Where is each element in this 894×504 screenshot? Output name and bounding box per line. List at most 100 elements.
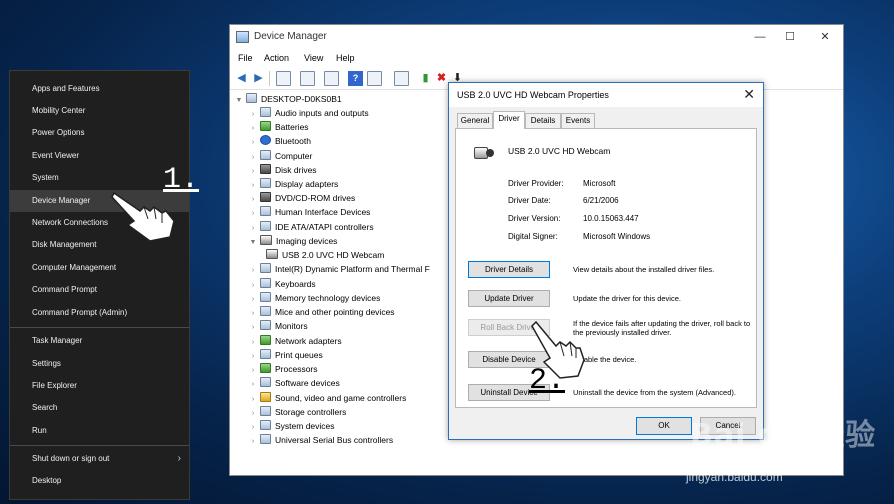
tree-item[interactable]: › Intel(R) Dynamic Platform and Thermal F	[248, 262, 430, 276]
forward-icon[interactable]: ▶	[251, 71, 266, 86]
dialog-title-bar: USB 2.0 UVC HD Webcam Properties ✕	[449, 83, 763, 107]
menu-item-power-options[interactable]: Power Options	[10, 122, 189, 144]
collapse-icon[interactable]: ▼	[234, 94, 244, 108]
menu-item-desktop[interactable]: Desktop	[10, 470, 189, 492]
keyboard-icon	[260, 278, 271, 288]
tree-item[interactable]: › Computer	[248, 149, 312, 163]
menu-item-shut-down[interactable]: Shut down or sign out ›	[10, 448, 189, 470]
tree-item-label: Processors	[275, 364, 318, 374]
tree-item-label: Human Interface Devices	[275, 207, 371, 217]
menu-item-mobility-center[interactable]: Mobility Center	[10, 100, 189, 122]
tree-item[interactable]: › Batteries	[248, 120, 309, 134]
menu-item-label: Search	[32, 403, 58, 412]
update-driver-button[interactable]: Update Driver	[468, 290, 550, 307]
tree-item[interactable]: › Storage controllers	[248, 405, 346, 419]
tree-item[interactable]: › Universal Serial Bus controllers	[248, 433, 393, 447]
menu-item-file-explorer[interactable]: File Explorer	[10, 375, 189, 397]
minimize-button[interactable]: —	[745, 27, 775, 47]
tree-item[interactable]: › Audio inputs and outputs	[248, 106, 369, 120]
menu-divider	[10, 327, 189, 328]
tree-item[interactable]: › Display adapters	[248, 177, 338, 191]
maximize-button[interactable]: ☐	[775, 27, 805, 47]
tree-item-imaging[interactable]: ▼ Imaging devices	[248, 234, 337, 248]
expand-icon[interactable]: ›	[248, 207, 258, 221]
tree-item-webcam[interactable]: USB 2.0 UVC HD Webcam	[264, 248, 384, 262]
tree-item[interactable]: › Bluetooth	[248, 134, 311, 148]
menu-item-label: Command Prompt	[32, 285, 97, 294]
close-button[interactable]: ✕	[810, 27, 840, 47]
tab-driver[interactable]: Driver	[493, 111, 525, 129]
tree-item[interactable]: › Human Interface Devices	[248, 205, 370, 219]
dialog-title: USB 2.0 UVC HD Webcam Properties	[457, 90, 609, 100]
update-driver-icon[interactable]: ▮	[418, 71, 433, 86]
tab-details[interactable]: Details	[525, 113, 561, 128]
speaker-icon	[260, 107, 271, 117]
tree-item[interactable]: › Keyboards	[248, 277, 316, 291]
collapse-icon[interactable]: ▼	[248, 236, 258, 250]
update-driver-description: Update the driver for this device.	[573, 294, 681, 303]
expand-icon[interactable]: ›	[248, 321, 258, 335]
expand-icon[interactable]: ›	[248, 378, 258, 392]
tree-item[interactable]: › Print queues	[248, 348, 323, 362]
tab-general[interactable]: General	[457, 113, 493, 128]
show-hide-tree-icon[interactable]	[276, 71, 291, 86]
menu-item-task-manager[interactable]: Task Manager	[10, 330, 189, 352]
driver-version-label: Driver Version:	[508, 214, 561, 223]
menu-divider	[10, 445, 189, 446]
display-icon	[260, 178, 271, 188]
menu-view[interactable]: View	[304, 53, 323, 63]
close-icon[interactable]: ✕	[743, 86, 755, 103]
software-icon	[260, 377, 271, 387]
tree-item[interactable]: › Mice and other pointing devices	[248, 305, 395, 319]
menu-file[interactable]: File	[238, 53, 253, 63]
view-list-icon[interactable]	[324, 71, 339, 86]
tree-item[interactable]: › Processors	[248, 362, 318, 376]
tree-item-label: Keyboards	[275, 279, 316, 289]
tree-item[interactable]: › Disk drives	[248, 163, 317, 177]
hid-icon	[260, 206, 271, 216]
tree-item[interactable]: › Sound, video and game controllers	[248, 391, 406, 405]
tree-root[interactable]: ▼ DESKTOP-D0KS0B1	[234, 92, 342, 106]
winx-menu: Apps and Features Mobility Center Power …	[9, 70, 190, 500]
menu-item-settings[interactable]: Settings	[10, 353, 189, 375]
menu-item-computer-management[interactable]: Computer Management	[10, 257, 189, 279]
properties-icon[interactable]	[300, 71, 315, 86]
scan-hardware-icon[interactable]	[394, 71, 409, 86]
tree-item-label: Batteries	[275, 122, 309, 132]
menu-item-command-prompt[interactable]: Command Prompt	[10, 279, 189, 301]
expand-icon[interactable]: ›	[248, 435, 258, 449]
expand-icon[interactable]: ›	[248, 136, 258, 150]
driver-details-button[interactable]: Driver Details	[468, 261, 550, 278]
menu-item-command-prompt-admin[interactable]: Command Prompt (Admin)	[10, 302, 189, 324]
camera-icon	[260, 235, 272, 245]
menu-item-apps-and-features[interactable]: Apps and Features	[10, 78, 189, 100]
tree-item[interactable]: › IDE ATA/ATAPI controllers	[248, 220, 374, 234]
printer-icon	[260, 349, 271, 359]
menu-item-label: Mobility Center	[32, 106, 86, 115]
tree-item[interactable]: › Memory technology devices	[248, 291, 380, 305]
help-icon[interactable]: ?	[348, 71, 363, 86]
menu-item-run[interactable]: Run	[10, 420, 189, 442]
tab-events[interactable]: Events	[561, 113, 595, 128]
menu-help[interactable]: Help	[336, 53, 355, 63]
menu-item-label: Apps and Features	[32, 84, 100, 93]
tree-item[interactable]: › DVD/CD-ROM drives	[248, 191, 355, 205]
menu-item-search[interactable]: Search	[10, 397, 189, 419]
expand-icon[interactable]: ›	[248, 264, 258, 278]
ok-button[interactable]: OK	[636, 417, 692, 435]
tree-item[interactable]: › Network adapters	[248, 334, 342, 348]
tree-item[interactable]: › Monitors	[248, 319, 308, 333]
webcam-icon	[474, 144, 496, 162]
action-pane-icon[interactable]	[367, 71, 382, 86]
watermark-logo: Bai du 经验	[690, 418, 877, 453]
ide-icon	[260, 221, 271, 231]
tree-item[interactable]: › System devices	[248, 419, 335, 433]
tree-item-label: IDE ATA/ATAPI controllers	[275, 222, 374, 232]
uninstall-icon[interactable]: ✖	[434, 71, 449, 86]
back-icon[interactable]: ◀	[234, 71, 249, 86]
menu-action[interactable]: Action	[264, 53, 289, 63]
tree-item[interactable]: › Software devices	[248, 376, 340, 390]
device-tree: ▼ DESKTOP-D0KS0B1 › Audio inputs and outpu…	[230, 91, 450, 471]
menu-item-label: Command Prompt (Admin)	[32, 308, 128, 317]
driver-tab-panel: USB 2.0 UVC HD Webcam Driver Provider: M…	[455, 128, 757, 408]
